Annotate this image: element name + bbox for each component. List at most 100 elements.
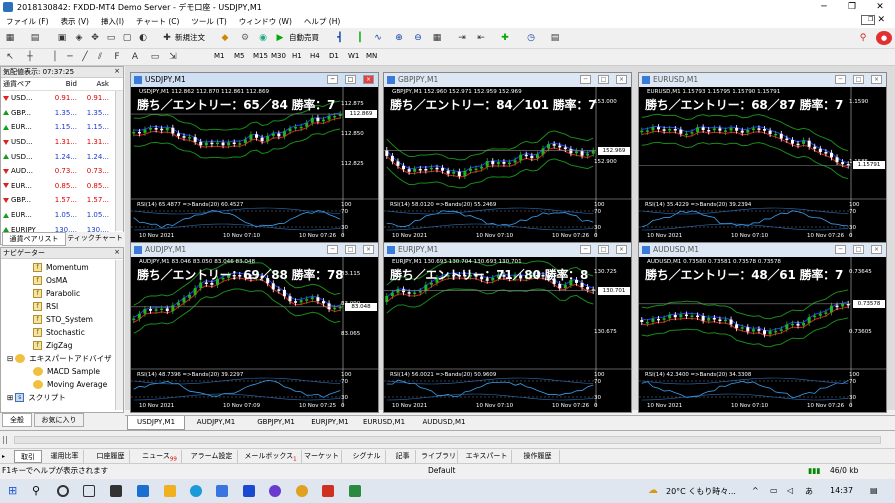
tf-m1[interactable]: M1 (214, 52, 225, 60)
chart-window[interactable]: AUDJPY,M1 ─ □ × AUDJPY,M1 83.046 83.050 83.0… (130, 242, 380, 413)
bar-chart-icon[interactable]: ┫ (333, 31, 347, 45)
account-icon[interactable]: ● (876, 31, 892, 45)
market-watch-row[interactable]: GBP... 1.35... 1.35... (1, 106, 123, 121)
new-chart-icon[interactable]: ▦ (3, 31, 17, 45)
close-icon[interactable]: × (616, 245, 627, 254)
chart-shift-icon[interactable]: ⇤ (474, 31, 488, 45)
minimize-icon[interactable]: ─ (327, 245, 338, 254)
vertical-line-icon[interactable]: │ (48, 50, 62, 64)
navigator-ea-folder[interactable]: ⊟ エキスパートアドバイザ (1, 352, 123, 365)
trendline-icon[interactable]: ╱ (78, 50, 92, 64)
col-symbol[interactable]: 通貨ペア (1, 79, 47, 89)
data-window-icon[interactable]: ◈ (72, 31, 86, 45)
ime-icon[interactable]: あ (805, 486, 813, 497)
close-icon[interactable]: × (616, 75, 627, 84)
market-watch-icon[interactable]: ▣ (55, 31, 69, 45)
arrows-icon[interactable]: ⇲ (166, 50, 180, 64)
store-icon[interactable] (216, 485, 228, 497)
close-button[interactable]: ✕ (866, 0, 894, 14)
navigator-indicator[interactable]: f ZigZag (1, 339, 123, 352)
tf-mn[interactable]: MN (366, 52, 377, 60)
menu-file[interactable]: ファイル (F) (0, 16, 55, 27)
terminal-app-icon[interactable] (110, 485, 122, 497)
auto-trade-button[interactable]: 自動売買 (289, 32, 319, 44)
close-icon[interactable]: × (114, 248, 123, 258)
text-icon[interactable]: A (128, 50, 142, 64)
maximize-icon[interactable]: □ (853, 245, 864, 254)
terminal-tab[interactable]: ニュース99 (138, 450, 182, 463)
market-watch-row[interactable]: EUR... 0.85... 0.85... (1, 179, 123, 194)
menu-tools[interactable]: ツール (T) (185, 16, 232, 27)
network-icon[interactable]: ▭ (770, 486, 778, 495)
globe-icon[interactable]: ◉ (256, 31, 270, 45)
search-icon[interactable]: ⚲ (32, 485, 44, 497)
tray-arrow-icon[interactable]: ^ (752, 486, 759, 495)
tab-tick-chart[interactable]: ティックチャート (66, 232, 124, 246)
edge-icon[interactable] (190, 485, 202, 497)
chart-tab[interactable]: EURUSD,M1 (355, 416, 413, 430)
profiles-icon[interactable]: ▤ (28, 31, 42, 45)
auto-trade-icon[interactable]: ▶ (273, 31, 287, 45)
navigator-indicator[interactable]: f Momentum (1, 261, 123, 274)
chart-window[interactable]: EURUSD,M1 ─ □ × EURUSD,M1 1.15793 1.15795 1.… (638, 72, 888, 243)
terminal-tab[interactable]: シグナル (348, 450, 386, 463)
navigator-expert[interactable]: Moving Average (1, 378, 123, 391)
candlestick-icon[interactable]: ┃ (353, 31, 367, 45)
channel-icon[interactable]: ⫽ (93, 50, 107, 64)
chart-window-titlebar[interactable]: GBPJPY,M1 ─ □ × (384, 73, 631, 87)
terminal-tab[interactable]: マーケット (302, 450, 342, 463)
terminal-pin-icon[interactable]: ▸ (2, 450, 5, 463)
chart-window[interactable]: GBPJPY,M1 ─ □ × GBPJPY,M1 152.960 152.971 15… (383, 72, 633, 243)
chart-tab[interactable]: EURJPY,M1 (301, 416, 359, 430)
terminal-tab[interactable]: メールボックス1 (240, 450, 302, 463)
zoom-out-icon[interactable]: ⊖ (411, 31, 425, 45)
options-icon[interactable]: ⚙ (238, 31, 252, 45)
col-bid[interactable]: Bid (47, 80, 77, 88)
terminal-tab[interactable]: エキスパート (462, 450, 512, 463)
tab-general[interactable]: 全般 (2, 413, 32, 427)
menu-view[interactable]: 表示 (V) (55, 16, 95, 27)
terminal-tab[interactable]: アラーム設定 (186, 450, 238, 463)
chart-window[interactable]: EURJPY,M1 ─ □ × EURJPY,M1 130.693 130.704 13… (383, 242, 633, 413)
label-icon[interactable]: ▭ (148, 50, 162, 64)
explorer-icon[interactable] (164, 485, 176, 497)
new-order-button[interactable]: 新規注文 (175, 32, 205, 44)
chart-window-titlebar[interactable]: AUDUSD,M1 ─ □ × (639, 243, 886, 257)
chart-window-titlebar[interactable]: USDJPY,M1 ─ □ × (131, 73, 378, 87)
chart-tab[interactable]: GBPJPY,M1 (247, 416, 305, 430)
chart-tab[interactable]: AUDUSD,M1 (415, 416, 473, 430)
market-watch-row[interactable]: EUR... 1.15... 1.15... (1, 120, 123, 135)
maximize-icon[interactable]: □ (345, 245, 356, 254)
tab-favorites[interactable]: お気に入り (34, 413, 84, 427)
terminal-tab[interactable]: 操作履歴 (516, 450, 560, 463)
horizontal-line-icon[interactable]: ─ (63, 50, 77, 64)
crosshair-icon[interactable]: ┼ (23, 50, 37, 64)
new-order-icon[interactable]: ✚ (160, 31, 174, 45)
menu-insert[interactable]: 挿入(I) (95, 16, 130, 27)
market-watch-row[interactable]: USD... 1.24... 1.24... (1, 149, 123, 164)
mt4-app-icon[interactable] (137, 485, 149, 497)
close-icon[interactable]: × (363, 75, 374, 84)
navigator-indicator[interactable]: f OsMA (1, 274, 123, 287)
navigator-icon[interactable]: ✥ (88, 31, 102, 45)
tf-d1[interactable]: D1 (329, 52, 339, 60)
chart-tab[interactable]: AUDJPY,M1 (187, 416, 245, 430)
expand-icon[interactable]: ⊞ (7, 393, 13, 402)
menu-window[interactable]: ウィンドウ (W) (233, 16, 298, 27)
chart-window[interactable]: USDJPY,M1 ─ □ × USDJPY,M1 112.862 112.870 11… (130, 72, 380, 243)
fibonacci-icon[interactable]: F (110, 50, 124, 64)
market-watch-scrollbar[interactable] (115, 91, 123, 231)
cursor-icon[interactable]: ↖ (3, 50, 17, 64)
minimize-icon[interactable]: ─ (835, 75, 846, 84)
terminal-icon[interactable]: ▭ (104, 31, 118, 45)
tile-windows-icon[interactable]: ▦ (430, 31, 444, 45)
weather-icon[interactable]: ☁ (648, 485, 658, 496)
tf-m30[interactable]: M30 (271, 52, 286, 60)
close-icon[interactable]: × (871, 75, 882, 84)
navigator-scrollbar[interactable] (115, 260, 123, 410)
maximize-icon[interactable]: □ (598, 245, 609, 254)
chart-window[interactable]: AUDUSD,M1 ─ □ × AUDUSD,M1 0.73580 0.73581 0.… (638, 242, 888, 413)
search-icon[interactable]: ⚲ (856, 31, 870, 45)
market-watch-row[interactable]: GBP... 1.57... 1.57... (1, 193, 123, 208)
close-icon[interactable]: × (363, 245, 374, 254)
